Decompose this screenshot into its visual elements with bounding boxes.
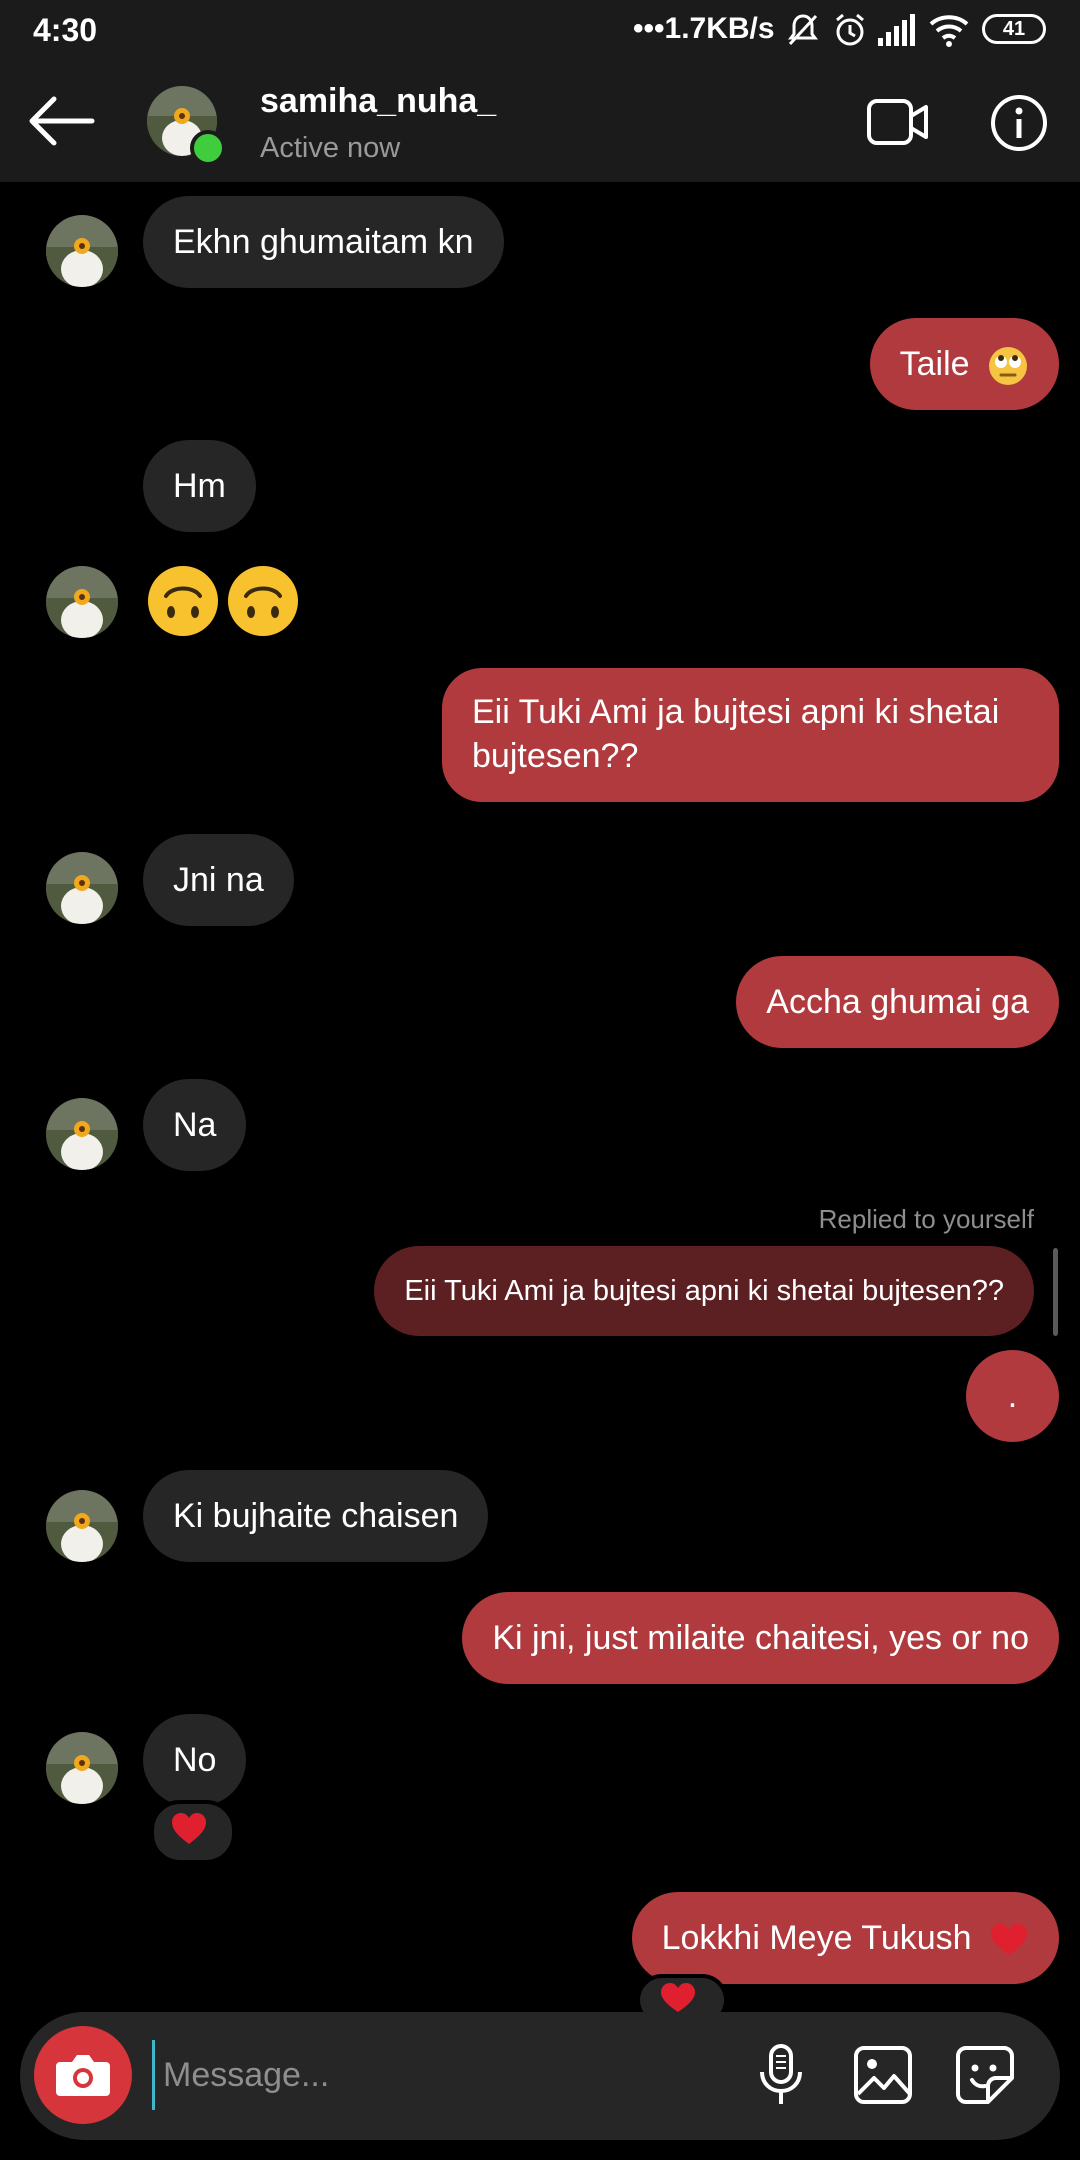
video-call-icon[interactable]: [866, 96, 930, 148]
message-input[interactable]: [152, 2040, 722, 2110]
outgoing-message[interactable]: Accha ghumai ga: [736, 956, 1059, 1048]
message-reaction[interactable]: [150, 1800, 236, 1864]
outgoing-message[interactable]: Eii Tuki Ami ja bujtesi apni ki shetai b…: [442, 668, 1059, 802]
sender-avatar[interactable]: [46, 1732, 118, 1804]
microphone-icon[interactable]: [746, 2040, 816, 2110]
outgoing-message[interactable]: Taile: [869, 318, 1059, 410]
incoming-message[interactable]: Ekhn ghumaitam kn: [143, 196, 504, 288]
signal-icon: [878, 14, 915, 46]
gallery-icon[interactable]: [848, 2040, 918, 2110]
alarm-icon: [836, 13, 864, 46]
message-text: Lokkhi Meye Tukush: [661, 1919, 972, 1957]
status-time: 4:30: [33, 12, 98, 48]
upside-down-face-emoji-icon[interactable]: [226, 564, 300, 638]
quoted-reply-message[interactable]: Eii Tuki Ami ja bujtesi apni ki shetai b…: [374, 1246, 1034, 1336]
incoming-message[interactable]: Na: [143, 1079, 247, 1171]
status-bar: [0, 0, 1080, 62]
contact-status: Active now: [260, 132, 401, 164]
camera-button[interactable]: [34, 2026, 132, 2124]
upside-down-face-emoji-icon[interactable]: [146, 564, 220, 638]
sender-avatar[interactable]: [46, 1098, 118, 1170]
incoming-message[interactable]: No: [143, 1714, 247, 1806]
sender-avatar[interactable]: [46, 566, 118, 638]
mute-bell-icon: [788, 14, 818, 46]
back-arrow-icon[interactable]: [26, 95, 96, 147]
online-indicator: [190, 130, 226, 166]
outgoing-message[interactable]: Ki jni, just milaite chaitesi, yes or no: [462, 1592, 1059, 1684]
message-text: Taile: [899, 345, 970, 383]
scrollbar-thumb[interactable]: [1053, 1248, 1058, 1336]
info-icon[interactable]: [990, 94, 1048, 152]
sender-avatar[interactable]: [46, 1490, 118, 1562]
incoming-message[interactable]: Jni na: [143, 834, 294, 926]
incoming-message[interactable]: Ki bujhaite chaisen: [143, 1470, 489, 1562]
eye-roll-emoji-icon: [989, 347, 1027, 386]
network-speed: •••1.7KB/s: [633, 12, 775, 45]
incoming-message[interactable]: Hm: [143, 440, 256, 532]
outgoing-message[interactable]: .: [966, 1350, 1059, 1442]
replied-label: Replied to yourself: [818, 1204, 1034, 1234]
outgoing-message[interactable]: Lokkhi Meye Tukush: [631, 1892, 1059, 1984]
wifi-icon: [929, 15, 969, 47]
heart-icon: [172, 1813, 206, 1844]
contact-name[interactable]: samiha_nuha_: [260, 82, 496, 121]
battery-indicator: 41: [982, 14, 1046, 44]
sender-avatar[interactable]: [46, 215, 118, 287]
heart-emoji-icon: [991, 1924, 1027, 1956]
camera-icon: [56, 2055, 110, 2096]
sender-avatar[interactable]: [46, 852, 118, 924]
sticker-icon[interactable]: [950, 2040, 1020, 2110]
